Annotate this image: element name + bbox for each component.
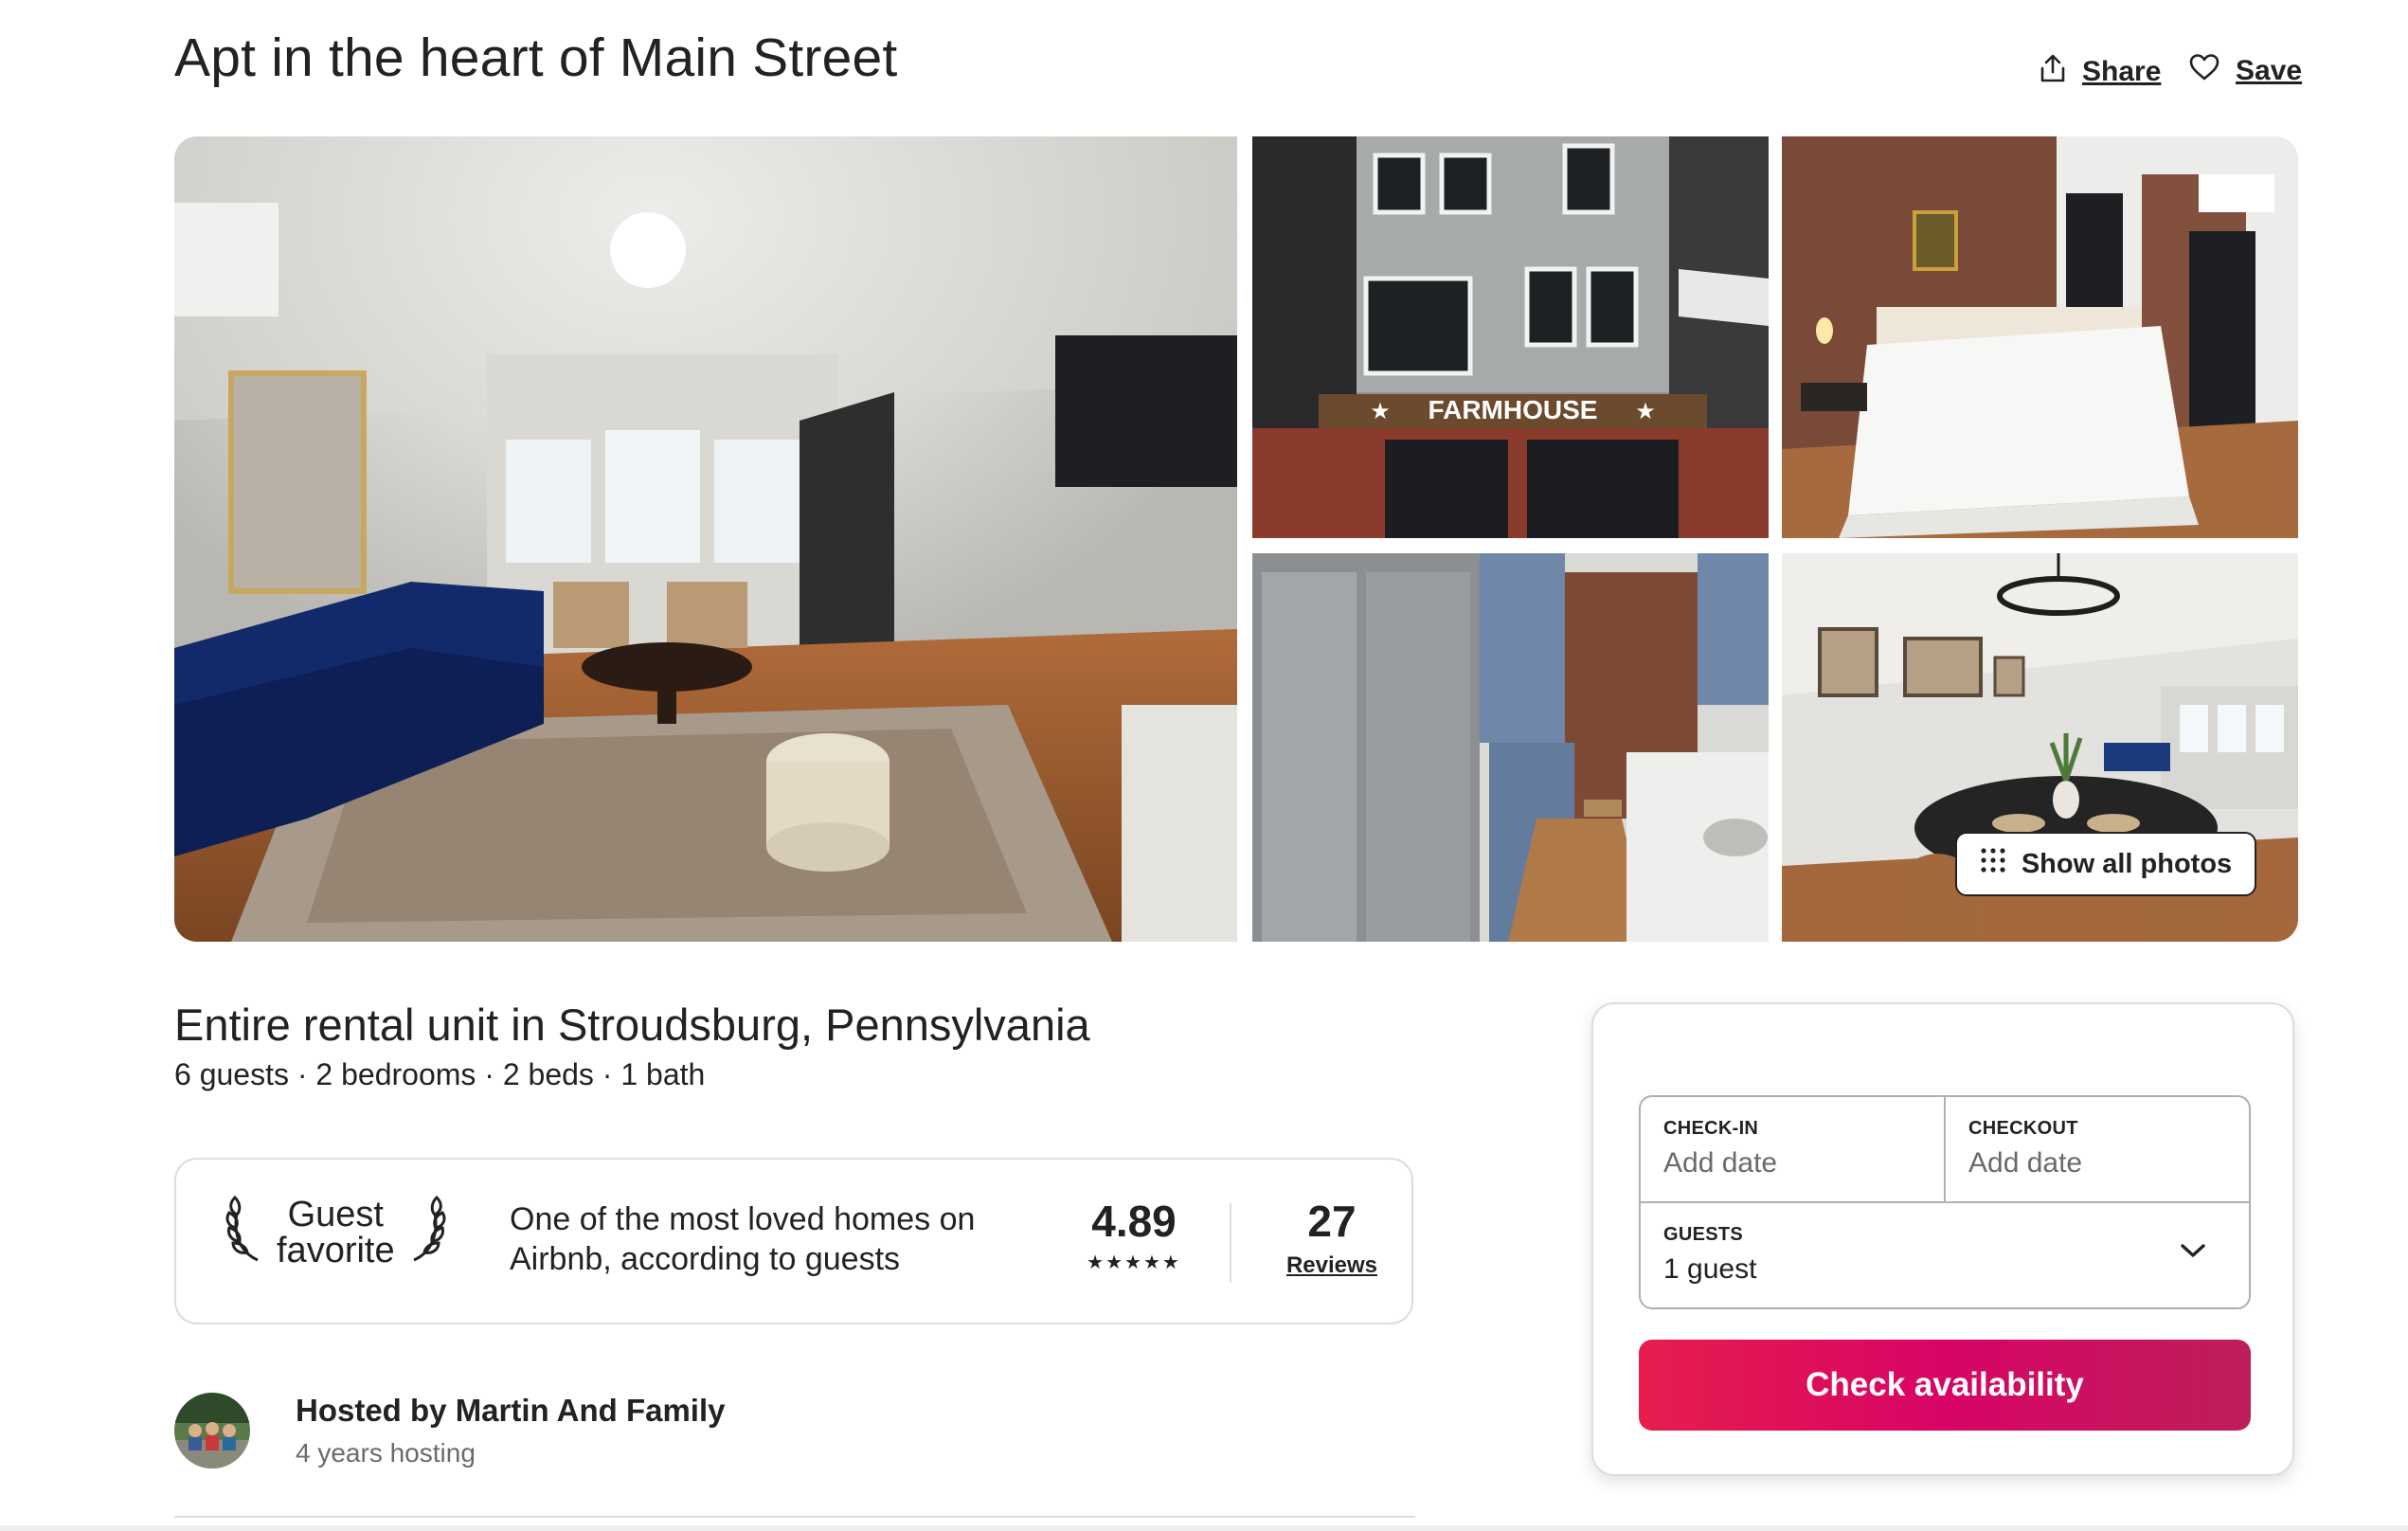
- laurel-left-icon: [225, 1194, 267, 1270]
- farmhouse-sign: FARMHOUSE: [1429, 395, 1598, 424]
- listing-facts: 6 guests · 2 bedrooms · 2 beds · 1 bath: [174, 1057, 706, 1091]
- show-all-photos-button[interactable]: Show all photos: [1955, 832, 2256, 896]
- guests-select[interactable]: GUESTS 1 guest: [1641, 1201, 2249, 1307]
- guests-label: GUESTS: [1663, 1224, 1744, 1245]
- checkout-field[interactable]: CHECKOUT Add date: [1946, 1097, 2249, 1201]
- photo-gallery: FARMHOUSE ★ ★ Show all photos: [174, 136, 2298, 942]
- guest-favorite-badge: Guest favorite: [225, 1194, 446, 1270]
- grid-dots-icon: [1980, 847, 2006, 881]
- rating-divider: [1230, 1203, 1231, 1283]
- host-section[interactable]: Hosted by Martin And Family 4 years host…: [174, 1393, 726, 1468]
- host-name: Hosted by Martin And Family: [296, 1393, 726, 1428]
- svg-text:★: ★: [1635, 398, 1656, 424]
- host-years: 4 years hosting: [296, 1438, 476, 1468]
- svg-text:★: ★: [1370, 398, 1391, 424]
- badge-line-2: favorite: [277, 1230, 395, 1270]
- checkin-label: CHECK-IN: [1663, 1118, 1759, 1139]
- chevron-down-icon[interactable]: [2179, 1241, 2207, 1265]
- share-icon: [2039, 53, 2067, 91]
- guest-favorite-description: One of the most loved homes on Airbnb, a…: [510, 1201, 976, 1277]
- guest-favorite-card[interactable]: Guest favorite One of the most loved hom…: [174, 1158, 1413, 1324]
- rating-value: 4.89: [1091, 1197, 1177, 1246]
- checkin-field[interactable]: CHECK-IN Add date: [1641, 1097, 1946, 1201]
- share-label: Share: [2082, 56, 2162, 87]
- section-divider: [174, 1516, 1415, 1518]
- photo-bedroom[interactable]: [1782, 136, 2298, 538]
- booking-panel: CHECK-IN Add date CHECKOUT Add date GUES…: [1591, 1002, 2294, 1476]
- save-label: Save: [2236, 55, 2303, 86]
- photo-exterior[interactable]: FARMHOUSE ★ ★: [1252, 136, 1769, 538]
- booking-inputs: CHECK-IN Add date CHECKOUT Add date GUES…: [1639, 1095, 2251, 1309]
- avatar[interactable]: [174, 1393, 250, 1468]
- checkout-value: Add date: [1968, 1147, 2083, 1179]
- check-availability-button[interactable]: Check availability: [1639, 1340, 2251, 1431]
- laurel-right-icon: [404, 1194, 446, 1270]
- horizontal-scrollbar[interactable]: [0, 1525, 2408, 1531]
- badge-line-1: Guest: [287, 1194, 384, 1234]
- rating-stars: ★★★★★: [1087, 1252, 1181, 1273]
- share-button[interactable]: Share: [2039, 53, 2161, 91]
- photo-living-room[interactable]: [174, 136, 1237, 942]
- page-title: Apt in the heart of Main Street: [174, 27, 898, 88]
- heart-icon: [2188, 53, 2220, 89]
- photo-kitchen[interactable]: [1252, 553, 1769, 942]
- listing-subtitle: Entire rental unit in Stroudsburg, Penns…: [174, 1000, 1090, 1050]
- reviews-block[interactable]: 27 Reviews: [1275, 1196, 1389, 1279]
- checkout-label: CHECKOUT: [1968, 1118, 2078, 1139]
- save-button[interactable]: Save: [2188, 53, 2302, 89]
- checkin-value: Add date: [1663, 1147, 1778, 1179]
- show-all-photos-label: Show all photos: [2021, 848, 2233, 879]
- guests-value: 1 guest: [1663, 1253, 1757, 1285]
- rating-block: 4.89 ★★★★★: [1072, 1196, 1195, 1274]
- reviews-link[interactable]: Reviews: [1275, 1252, 1389, 1279]
- review-count: 27: [1307, 1197, 1357, 1246]
